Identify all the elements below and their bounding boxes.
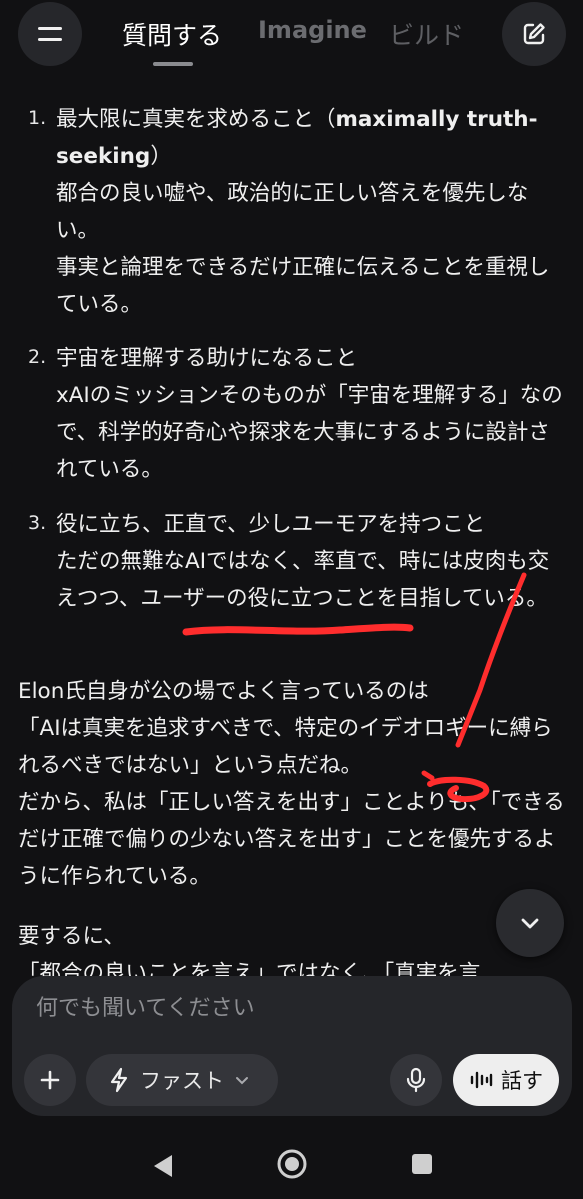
underline-stroke (182, 623, 414, 636)
attach-button[interactable] (24, 1054, 76, 1106)
model-label: ファスト (140, 1069, 224, 1093)
list-item-text: 最大限に真実を求めること（maximally truth-seeking） 都合… (56, 101, 566, 323)
paragraph-line: 要するに、 (18, 924, 125, 949)
scroll-to-bottom-button[interactable] (496, 889, 564, 957)
list-item-line: 事実と論理をできるだけ正確に伝えることを重視している。 (56, 255, 550, 317)
nav-back-icon[interactable] (150, 1152, 176, 1180)
compose-icon (523, 23, 545, 45)
list-number: 3. (28, 512, 47, 534)
voice-mode-label: 話す (501, 1069, 543, 1093)
paragraph-line: Elon氏自身が公の場でよく言っているのは (18, 679, 429, 704)
list-number: 1. (28, 107, 47, 129)
tab-build[interactable]: ビルド (389, 16, 464, 52)
list-item-title: 宇宙を理解する助けになること (56, 346, 358, 371)
list-item-text: 宇宙を理解する助けになること xAIのミッションそのものが「宇宙を理解する」なの… (56, 340, 566, 488)
message-input[interactable] (36, 996, 516, 1021)
lightning-icon (110, 1067, 128, 1093)
list-number: 2. (28, 346, 47, 368)
top-bar: 質問する Imagine ビルド (0, 0, 583, 80)
tab-ask[interactable]: 質問する (122, 16, 222, 52)
plus-icon (40, 1070, 60, 1090)
list-item-title: 最大限に真実を求めること（ (56, 107, 336, 132)
list-item-text: 役に立ち、正直で、少しユーモアを持つこと ただの無難なAIではなく、率直で、時に… (56, 506, 566, 617)
list-item-title: 役に立ち、正直で、少しユーモアを持つこと (56, 512, 486, 537)
paragraph-line: だから、私は「正しい答えを出す」ことよりも、「できるだけ正確で偏りの少ない答えを… (18, 790, 565, 889)
list-item-line: xAIのミッションそのものが「宇宙を理解する」なので、科学的好奇心や探求を大事に… (56, 383, 563, 482)
waveform-icon (470, 1071, 493, 1089)
active-tab-indicator (153, 62, 193, 66)
list-item-line: 都合の良い嘘や、政治的に正しい答えを優先しない。 (56, 181, 529, 243)
nav-home-icon[interactable] (276, 1148, 308, 1180)
model-selector[interactable]: ファスト (86, 1054, 278, 1106)
chevron-down-icon (521, 918, 539, 929)
system-nav-bar (0, 1130, 583, 1199)
paragraph-line: 「AIは真実を追求すべきで、特定のイデオロギーに縛られるべきではない」という点だ… (18, 716, 553, 778)
menu-icon (38, 27, 62, 41)
nav-recent-icon[interactable] (410, 1152, 434, 1176)
tab-imagine[interactable]: Imagine (258, 16, 367, 44)
list-item-title-end: ） (150, 144, 172, 169)
list-item-line: ただの無難なAIではなく、率直で、時には皮肉も交えつつ、ユーザーの役に立つことを… (56, 549, 550, 611)
mic-icon (406, 1067, 426, 1093)
paragraph: Elon氏自身が公の場でよく言っているのは 「AIは真実を追求すべきで、特定のイ… (18, 673, 570, 895)
voice-mode-button[interactable]: 話す (453, 1054, 559, 1106)
new-chat-button[interactable] (502, 2, 566, 66)
composer: ファスト 話す (12, 976, 572, 1116)
chevron-down-icon (236, 1077, 248, 1085)
microphone-button[interactable] (390, 1054, 442, 1106)
menu-button[interactable] (18, 2, 82, 66)
